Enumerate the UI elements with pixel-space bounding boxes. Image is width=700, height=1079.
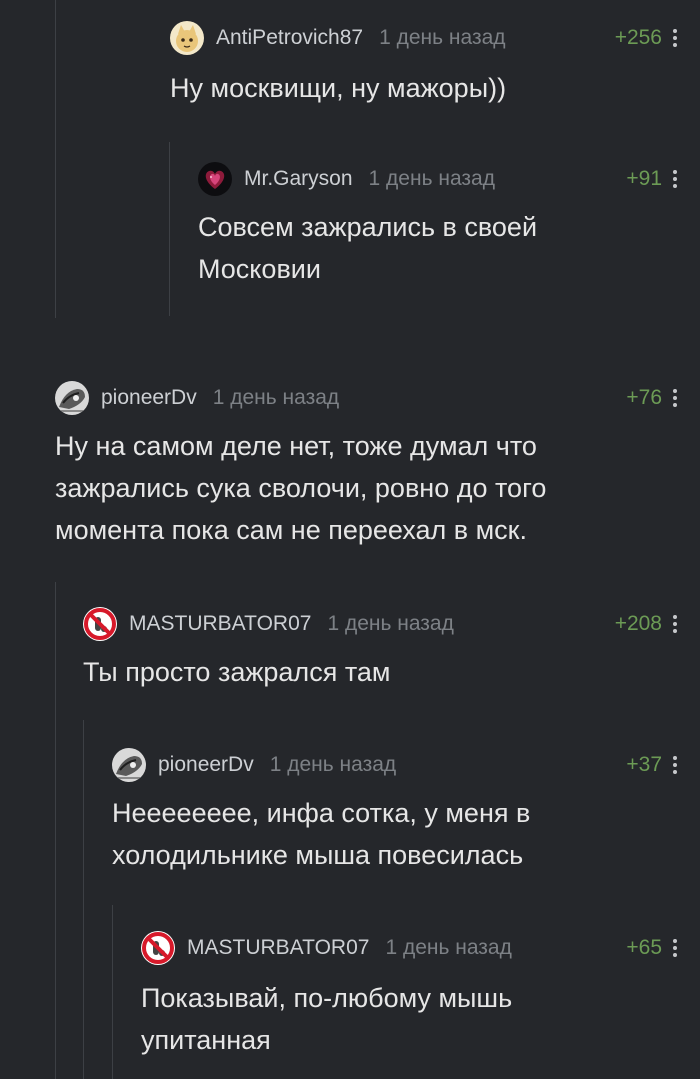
- comment-text: Ну москвищи, ну мажоры)): [170, 67, 506, 109]
- username[interactable]: MASTURBATOR07: [187, 936, 369, 960]
- prohibition-avatar[interactable]: [141, 931, 175, 965]
- comment-text-line: Московии: [198, 254, 321, 284]
- heart-avatar[interactable]: [198, 162, 232, 196]
- comment-text-line: зажрались сука сволочи, ровно до того: [55, 473, 547, 503]
- comment-header: pioneerDv 1 день назад: [112, 745, 396, 785]
- more-vertical-icon[interactable]: [672, 937, 678, 959]
- comment-meta: +37: [626, 745, 678, 785]
- more-vertical-icon[interactable]: [672, 168, 678, 190]
- comment-meta: +91: [626, 159, 678, 199]
- timestamp[interactable]: 1 день назад: [270, 753, 396, 777]
- username[interactable]: pioneerDv: [158, 753, 254, 777]
- comment-text-line: Ну москвищи, ну мажоры)): [170, 73, 507, 103]
- cat-avatar-icon: [170, 21, 204, 55]
- more-vertical-icon[interactable]: [672, 387, 678, 409]
- comment-text: Совсем зажрались в своей Московии: [198, 206, 537, 290]
- username[interactable]: MASTURBATOR07: [129, 612, 311, 636]
- thread-line: [83, 720, 84, 1079]
- cat-avatar[interactable]: [170, 21, 204, 55]
- comment-text: Ну на самом деле нет, тоже думал что заж…: [55, 425, 546, 551]
- comment-text: Ты просто зажрался там: [83, 651, 390, 693]
- comment-header: AntiPetrovich87 1 день назад: [170, 18, 506, 58]
- comment-text: Показывай, по-любому мышь упитанная: [141, 977, 512, 1061]
- comment-text-line: Ты просто зажрался там: [83, 657, 391, 687]
- rating: +256: [614, 26, 662, 49]
- comment-text-line: Показывай, по-любому мышь: [141, 983, 513, 1013]
- rating: +65: [626, 936, 662, 959]
- sketch-avatar[interactable]: [55, 381, 89, 415]
- thread-line: [55, 0, 56, 318]
- timestamp[interactable]: 1 день назад: [379, 26, 505, 50]
- comment-text-line: холодильнике мыша повесилась: [112, 840, 524, 870]
- sketch-avatar-icon: [55, 381, 89, 415]
- comment-header: MASTURBATOR07 1 день назад: [141, 928, 512, 968]
- timestamp[interactable]: 1 день назад: [369, 167, 495, 191]
- comment-text-line: Неееееееe, инфа сотка, у меня в: [112, 798, 531, 828]
- rating: +91: [626, 167, 662, 190]
- comment-meta: +76: [626, 378, 678, 418]
- username[interactable]: Mr.Garyson: [244, 167, 353, 191]
- sketch-avatar-icon: [112, 748, 146, 782]
- comment-text-line: момента пока сам не переехал в мск.: [55, 515, 527, 545]
- sketch-avatar[interactable]: [112, 748, 146, 782]
- more-vertical-icon[interactable]: [672, 613, 678, 635]
- comment-meta: +256: [615, 18, 678, 58]
- comment-text-line: упитанная: [141, 1025, 271, 1055]
- more-vertical-icon[interactable]: [672, 27, 678, 49]
- thread-line: [55, 582, 56, 1079]
- comment-meta: +65: [626, 928, 678, 968]
- prohibition-avatar[interactable]: [83, 607, 117, 641]
- heart-avatar-icon: [198, 162, 232, 196]
- comment-header: Mr.Garyson 1 день назад: [198, 159, 495, 199]
- timestamp[interactable]: 1 день назад: [327, 612, 453, 636]
- rating: +37: [626, 753, 662, 776]
- prohibition-avatar-icon: [83, 607, 117, 641]
- comment-meta: +208: [615, 604, 678, 644]
- timestamp[interactable]: 1 день назад: [385, 936, 511, 960]
- rating: +76: [626, 386, 662, 409]
- prohibition-avatar-icon: [141, 931, 175, 965]
- thread-line: [112, 905, 113, 1079]
- thread-line: [169, 142, 170, 316]
- more-vertical-icon[interactable]: [672, 754, 678, 776]
- comment-text-line: Совсем зажрались в своей: [198, 212, 538, 242]
- username[interactable]: pioneerDv: [101, 386, 197, 410]
- timestamp[interactable]: 1 день назад: [213, 386, 339, 410]
- rating: +208: [614, 612, 662, 635]
- username[interactable]: AntiPetrovich87: [216, 26, 363, 50]
- comment-header: MASTURBATOR07 1 день назад: [83, 604, 454, 644]
- comment-text: Неееееееe, инфа сотка, у меня в холодиль…: [112, 792, 530, 876]
- comment-text-line: Ну на самом деле нет, тоже думал что: [55, 431, 537, 461]
- comment-header: pioneerDv 1 день назад: [55, 378, 339, 418]
